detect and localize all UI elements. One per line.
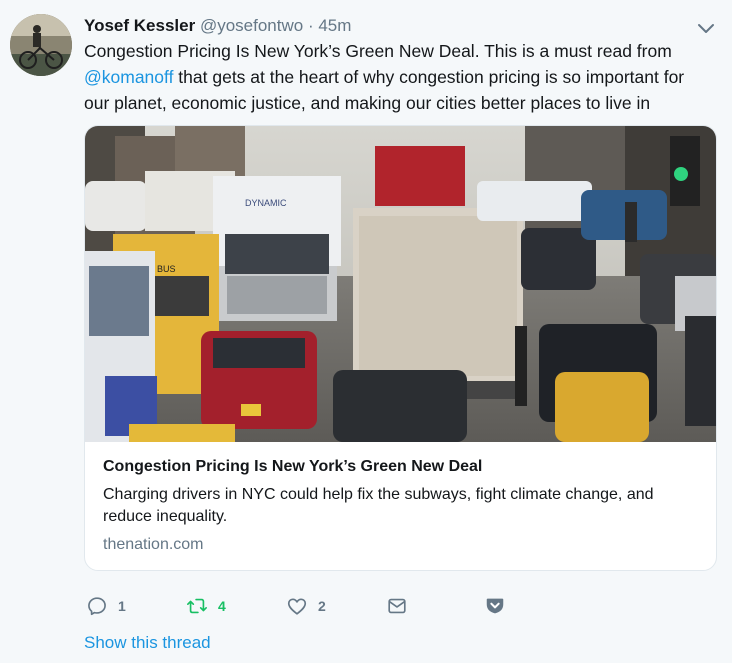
- username[interactable]: @yosefontwo: [200, 16, 303, 35]
- reply-icon: [88, 597, 106, 616]
- message-icon: [388, 598, 406, 614]
- pocket-button[interactable]: [484, 594, 506, 618]
- display-name[interactable]: Yosef Kessler: [84, 16, 195, 35]
- tweet-text-end: that gets at the heart of why congestion…: [84, 67, 685, 113]
- reply-count: 1: [118, 598, 126, 614]
- retweet-count: 4: [218, 598, 226, 614]
- avatar[interactable]: [10, 14, 72, 76]
- heart-icon: [287, 598, 307, 615]
- separator: ·: [307, 16, 314, 35]
- direct-message-button[interactable]: [386, 594, 408, 618]
- tweet-actions: 1 4 2: [84, 594, 524, 618]
- tweet: Yosef Kessler @yosefontwo · 45m Congesti…: [0, 0, 732, 663]
- retweet-button[interactable]: 4: [186, 594, 226, 618]
- mention-link[interactable]: @komanoff: [84, 67, 173, 87]
- timestamp[interactable]: 45m: [318, 16, 351, 35]
- tweet-header: Yosef Kessler @yosefontwo · 45m: [84, 15, 351, 37]
- retweet-icon: [187, 598, 207, 614]
- reply-button[interactable]: 1: [86, 594, 126, 618]
- card-title[interactable]: Congestion Pricing Is New York’s Green N…: [103, 456, 698, 478]
- like-count: 2: [318, 598, 326, 614]
- bus-label: BUS: [157, 264, 176, 274]
- pocket-icon: [486, 598, 504, 614]
- truck-label: DYNAMIC: [245, 198, 287, 208]
- card-image: DYNAMIC BUS: [85, 126, 716, 442]
- link-card[interactable]: DYNAMIC BUS Congestion Pricing Is New Yo…: [84, 125, 717, 571]
- show-thread-link[interactable]: Show this thread: [84, 633, 211, 653]
- like-button[interactable]: 2: [286, 594, 326, 618]
- card-body: Congestion Pricing Is New York’s Green N…: [103, 456, 698, 556]
- tweet-text: Congestion Pricing Is New York’s Green N…: [84, 38, 714, 116]
- card-domain: thenation.com: [103, 536, 204, 553]
- card-description: Charging drivers in NYC could help fix t…: [103, 486, 654, 525]
- tweet-text-start: Congestion Pricing Is New York’s Green N…: [84, 41, 672, 61]
- chevron-down-icon[interactable]: [696, 18, 716, 38]
